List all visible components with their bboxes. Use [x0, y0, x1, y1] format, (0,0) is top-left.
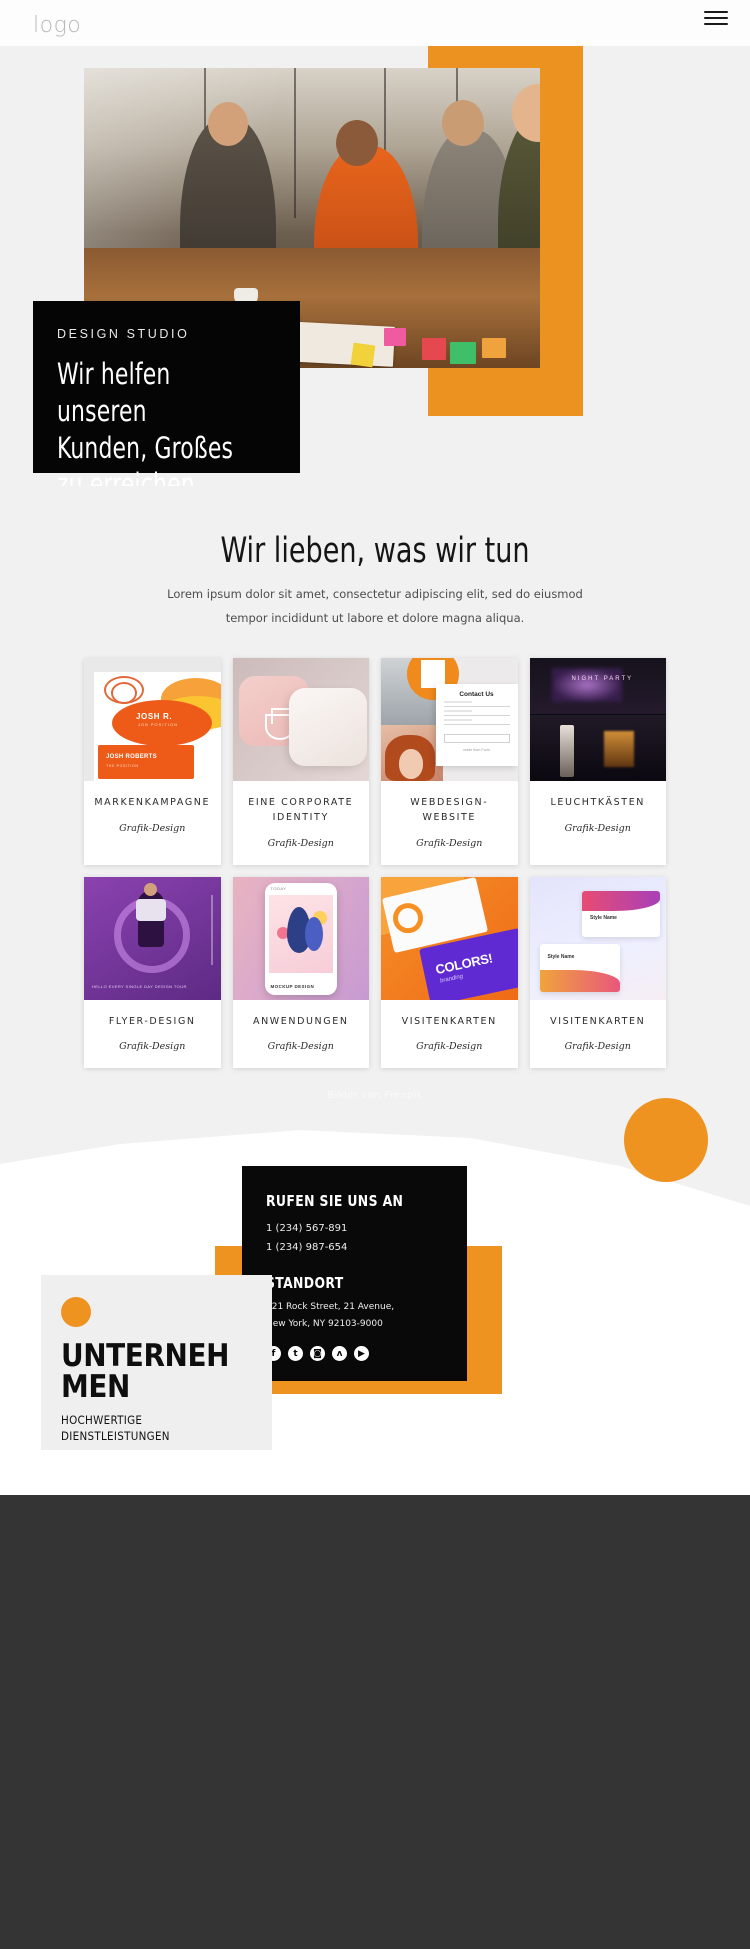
thumb-card-label: Style Name: [590, 914, 617, 921]
portfolio-thumbnail-corporate-identity: [232, 658, 369, 782]
portfolio-card-category: Grafik-Design: [119, 822, 186, 834]
vk-icon[interactable]: ʌ: [332, 1346, 347, 1362]
thumb-label: HELLO EVERY SINGLE DAY DESIGN TOUR: [92, 983, 187, 989]
youtube-icon[interactable]: ▶: [354, 1346, 369, 1362]
thumb-today-label: TODAY: [270, 885, 287, 891]
hero-kicker: DESIGN STUDIO: [57, 327, 190, 341]
phone-number-2[interactable]: 1 (234) 987-654: [266, 1238, 443, 1257]
hero-text-card: DESIGN STUDIO Wir helfen unseren Kunden,…: [33, 301, 300, 501]
orange-dot-decoration: [61, 1297, 91, 1327]
thumb-card-role: THE POSITION: [106, 764, 139, 769]
portfolio-thumbnail-visitenkarten-orange: ORS! COLORS! branding: [381, 876, 518, 1000]
about-title: UNTERNEHMEN: [61, 1338, 230, 1405]
portfolio-grid: JOSH R. JOB POSITION JOSH ROBERTS THE PO…: [84, 658, 666, 1069]
portfolio-card-title: WEBDESIGN-WEBSITE: [410, 797, 489, 823]
hamburger-menu-icon[interactable]: [704, 8, 728, 28]
portfolio-card[interactable]: EINE CORPORATE IDENTITY Grafik-Design: [232, 658, 369, 865]
thumb-card-label: Style Name: [547, 953, 575, 960]
location-heading: STANDORT: [266, 1274, 344, 1292]
site-logo[interactable]: logo: [33, 13, 81, 38]
portfolio-card-title: FLYER-DESIGN: [108, 1015, 196, 1027]
contact-card: RUFEN SIE UNS AN 1 (234) 567-891 1 (234)…: [242, 1166, 467, 1381]
portfolio-card-title: ANWENDUNGEN: [252, 1015, 349, 1027]
about-card: UNTERNEHMEN HOCHWERTIGE DIENSTLEISTUNGEN: [41, 1275, 272, 1450]
portfolio-card-title: VISITENKARTEN: [550, 1015, 646, 1027]
portfolio-card-category: Grafik-Design: [564, 822, 631, 834]
thumb-mockup-label: MOCKUP DESIGN: [270, 983, 315, 989]
thumb-colors-label: COLORS!: [433, 949, 494, 977]
portfolio-card[interactable]: Contact Us made from Form WEBDESIGN-WEBS…: [381, 658, 518, 865]
social-links: f t ◙ ʌ ▶: [266, 1346, 443, 1362]
hero-section: DESIGN STUDIO Wir helfen unseren Kunden,…: [0, 39, 750, 501]
portfolio-thumbnail-flyer: HELLO EVERY SINGLE DAY DESIGN TOUR: [84, 876, 221, 1000]
orange-circle-decoration: [624, 1098, 708, 1182]
page-root: logo DESIGN STUDIO Wir helfen unseren Ku…: [0, 0, 750, 1949]
site-footer: [0, 1495, 750, 1949]
twitter-icon[interactable]: t: [288, 1346, 303, 1362]
portfolio-card-title: VISITENKARTEN: [401, 1015, 497, 1027]
site-header: logo: [0, 0, 750, 46]
thumb-form-footer: made from Form: [463, 748, 490, 753]
portfolio-heading: Wir lieben, was wir tun: [220, 531, 530, 571]
thumb-title-label: NIGHT PARTY: [571, 676, 634, 683]
portfolio-thumbnail-leuchtkaesten: NIGHT PARTY: [529, 658, 666, 782]
portfolio-card-category: Grafik-Design: [267, 837, 334, 849]
address-line-2: New York, NY 92103-9000: [266, 1318, 383, 1329]
portfolio-thumbnail-webdesign: Contact Us made from Form: [381, 658, 518, 782]
hero-title: Wir helfen unseren Kunden, Großes zu err…: [57, 357, 234, 502]
portfolio-thumbnail-markenkampagne: JOSH R. JOB POSITION JOSH ROBERTS THE PO…: [84, 658, 221, 782]
address-line-1: 121 Rock Street, 21 Avenue,: [266, 1302, 395, 1312]
portfolio-card-category: Grafik-Design: [416, 837, 483, 849]
phone-heading: RUFEN SIE UNS AN: [266, 1192, 404, 1210]
portfolio-card-title: EINE CORPORATE IDENTITY: [248, 797, 354, 823]
portfolio-card-title: MARKENKAMPAGNE: [94, 797, 211, 809]
about-subtitle: HOCHWERTIGE DIENSTLEISTUNGEN: [61, 1413, 170, 1443]
thumb-card-name: JOSH ROBERTS: [106, 754, 157, 761]
portfolio-card[interactable]: JOSH R. JOB POSITION JOSH ROBERTS THE PO…: [84, 658, 221, 865]
phone-number-1[interactable]: 1 (234) 567-891: [266, 1219, 443, 1238]
portfolio-thumbnail-anwendungen: TODAY MOCKUP DESIGN: [232, 876, 369, 1000]
portfolio-section: Wir lieben, was wir tun Lorem ipsum dolo…: [0, 486, 750, 1102]
portfolio-card[interactable]: NIGHT PARTY LEUCHTKÄSTEN Grafik-Design: [529, 658, 666, 865]
portfolio-card-title: LEUCHTKÄSTEN: [550, 797, 646, 809]
portfolio-subtitle: Lorem ipsum dolor sit amet, consectetur …: [167, 587, 583, 625]
thumb-role-label: JOB POSITION: [138, 722, 179, 728]
instagram-icon[interactable]: ◙: [310, 1346, 325, 1362]
thumb-name-label: JOSH R.: [136, 712, 173, 722]
thumb-form-title: Contact Us: [459, 691, 494, 699]
portfolio-thumbnail-visitenkarten-pastel: Style Name Style Name: [529, 876, 666, 1000]
